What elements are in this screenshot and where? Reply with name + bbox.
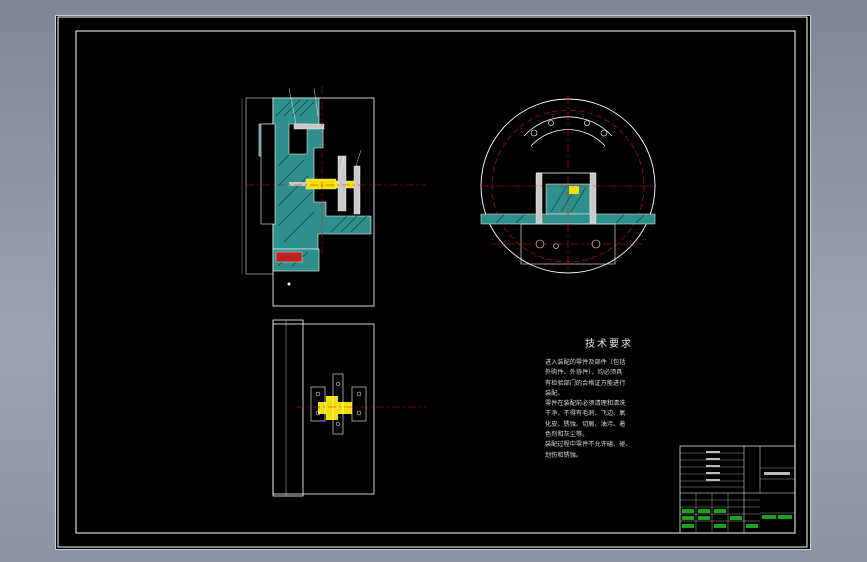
side-view-section bbox=[241, 86, 426, 307]
tech-line: 装配过程中零件不允许磕、碰、 bbox=[545, 441, 632, 449]
tech-line: 干净，不得有毛刺、飞边、氧 bbox=[545, 410, 626, 418]
tech-line: 化皮、锈蚀、切屑、油污、着 bbox=[545, 420, 626, 428]
top-view-section bbox=[272, 319, 426, 497]
tech-line: 进入装配的零件及部件（包括 bbox=[545, 359, 626, 366]
technical-requirements-block: 技术要求 进入装配的零件及部件（包括 外购件、外协件），均必须具 有检验部门的合… bbox=[545, 335, 655, 461]
tech-line: 有检验部门的合格证方能进行 bbox=[545, 379, 626, 387]
tech-line: 零件在装配前必须清理和清洗 bbox=[545, 400, 626, 408]
tech-line: 外购件、外协件），均必须具 bbox=[545, 369, 623, 377]
tech-line: 装配。 bbox=[545, 389, 564, 397]
inner-frame-border bbox=[75, 30, 796, 534]
tech-line: 色剂和灰尘等。 bbox=[545, 431, 589, 439]
title-block bbox=[679, 445, 796, 534]
technical-requirements-title: 技术要求 bbox=[585, 339, 633, 350]
circular-view-section bbox=[480, 96, 656, 274]
tech-line: 划伤和锈蚀。 bbox=[545, 451, 583, 459]
outer-sheet-border bbox=[57, 16, 808, 548]
cad-drawing-viewport[interactable]: 技术要求 进入装配的零件及部件（包括 外购件、外协件），均必须具 有检验部门的合… bbox=[55, 15, 811, 550]
cad-drawing-canvas[interactable] bbox=[56, 16, 810, 549]
